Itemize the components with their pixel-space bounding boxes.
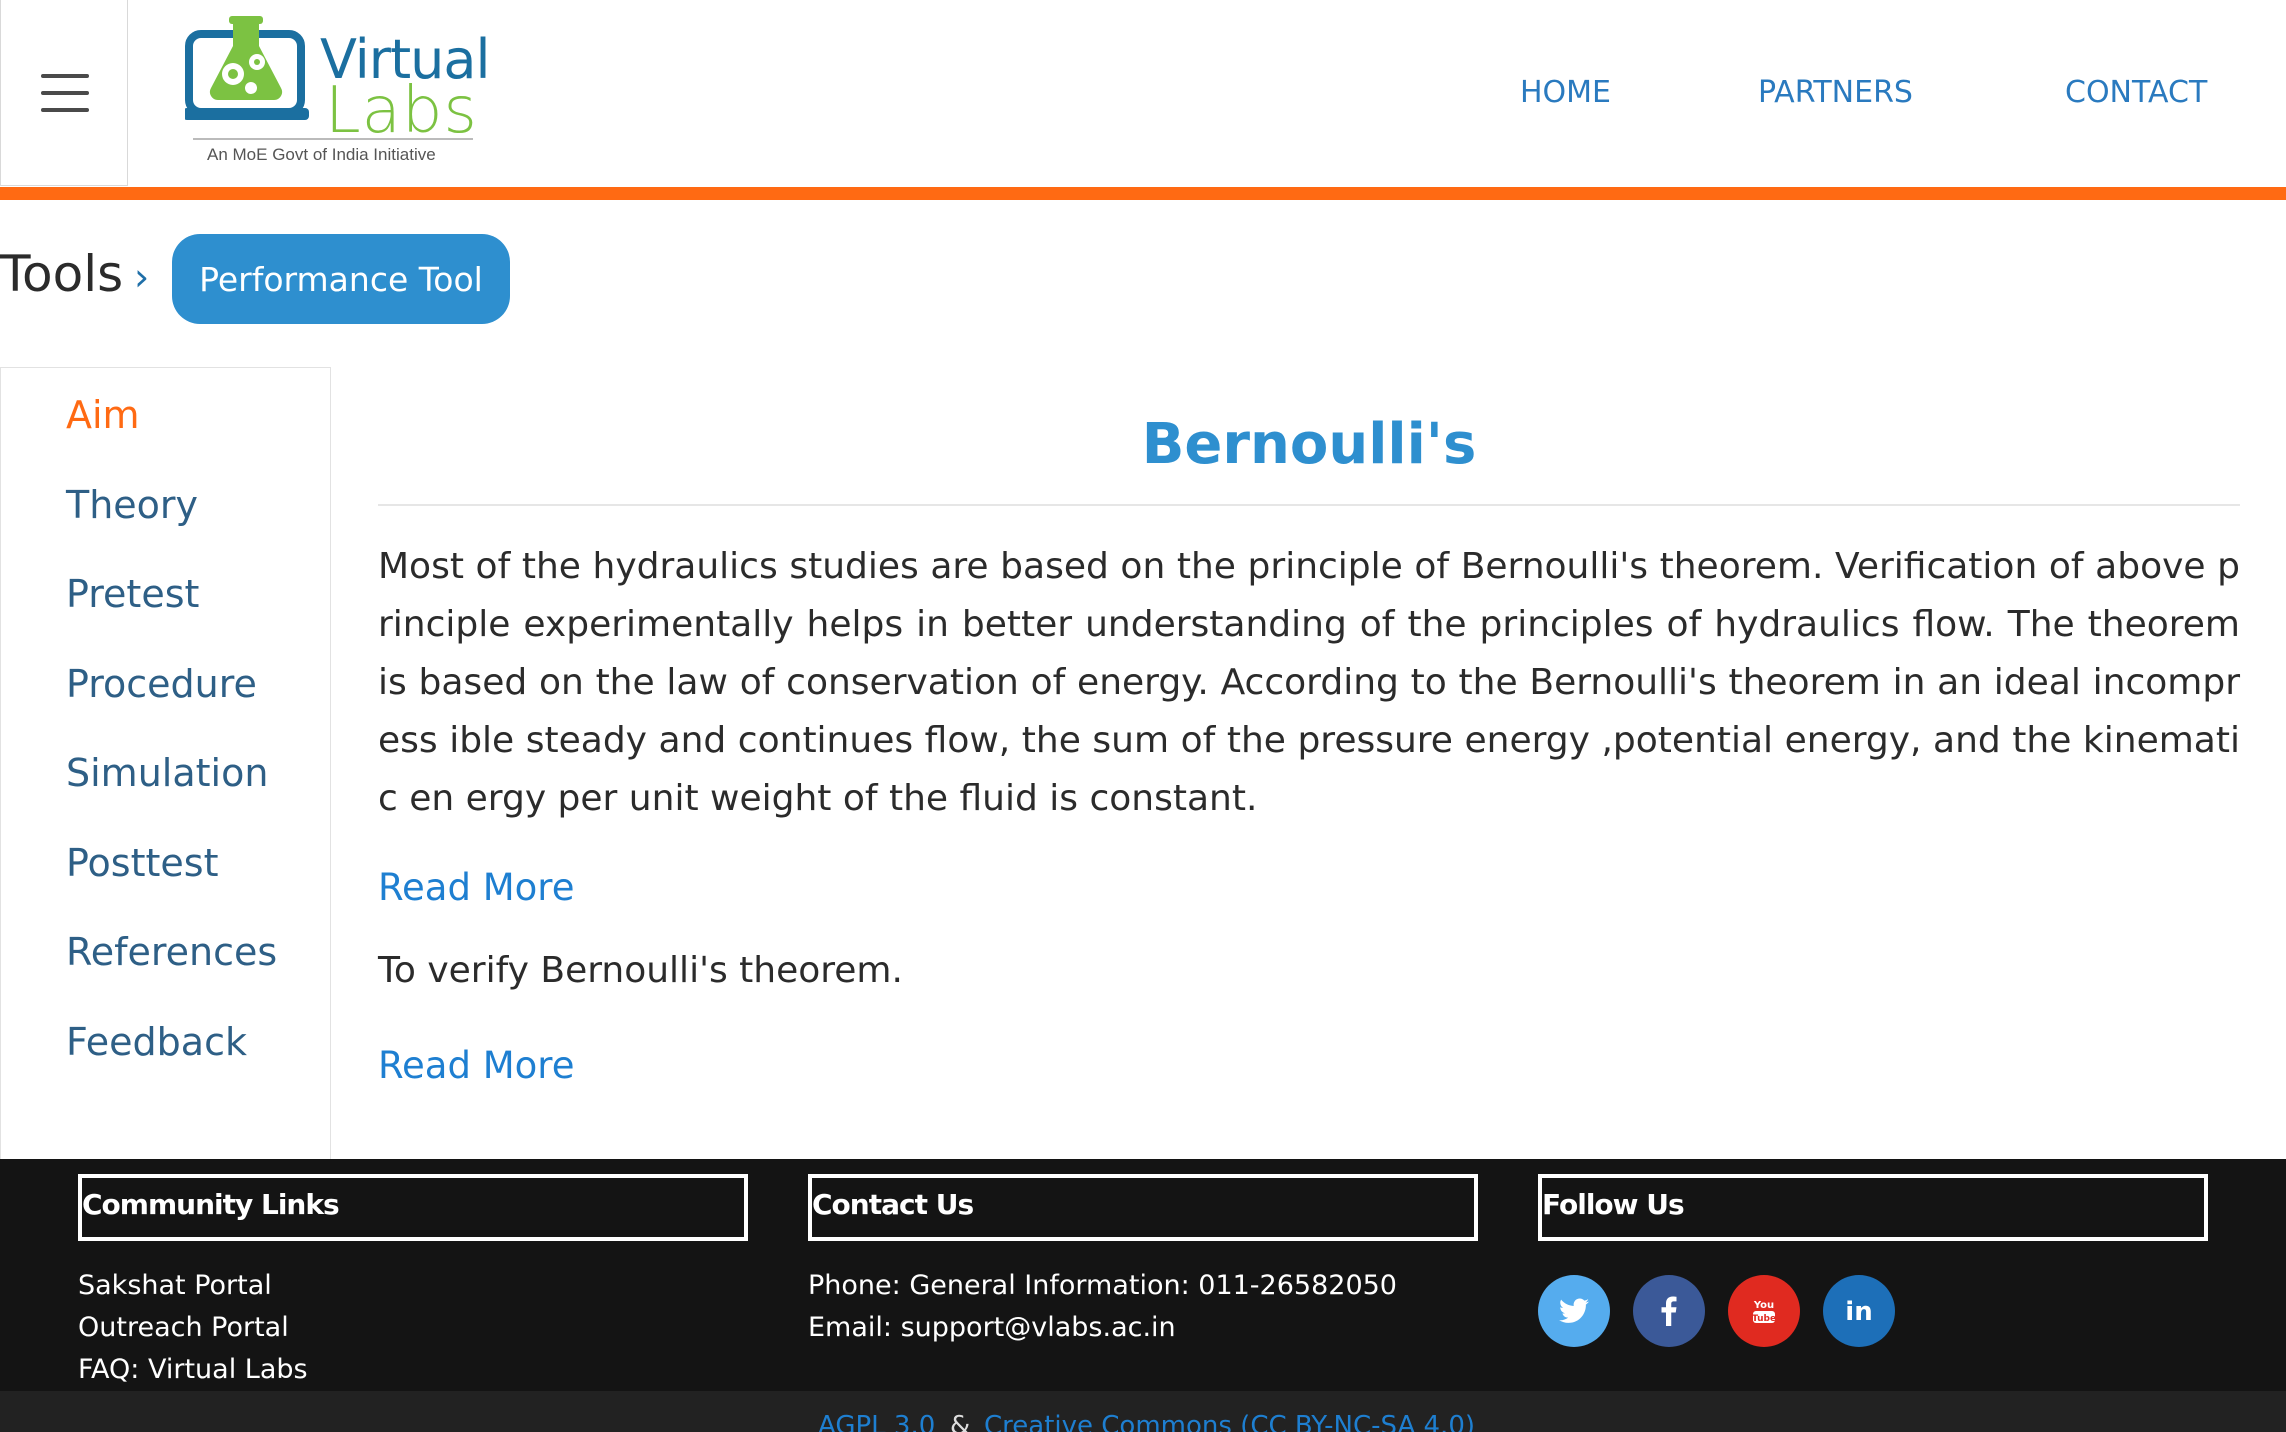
facebook-icon[interactable] [1633,1275,1705,1347]
community-links-heading: Community Links [82,1188,340,1221]
contact-phone: Phone: General Information: 011-26582050 [808,1270,1397,1301]
aim-text: To verify Bernoulli's theorem. [378,950,903,991]
sidebar-item-procedure[interactable]: Procedure [66,662,257,706]
intro-paragraph: Most of the hydraulics studies are based… [378,546,2240,819]
sidebar-item-simulation[interactable]: Simulation [66,751,268,795]
nav-home-link[interactable]: HOME [1520,75,1611,110]
contact-heading: Contact Us [812,1188,974,1221]
logo-word-labs: Labs [325,74,478,148]
read-more-link-intro[interactable]: Read More [378,866,574,909]
community-links-heading-box: Community Links [78,1174,748,1241]
logo-divider [193,138,473,140]
svg-text:You: You [1753,1300,1774,1311]
contact-email[interactable]: Email: support@vlabs.ac.in [808,1312,1176,1343]
breadcrumb-root[interactable]: Tools [0,245,123,303]
sidebar-item-feedback[interactable]: Feedback [66,1020,247,1064]
menu-bar [41,74,89,78]
cc-license-link[interactable]: Creative Commons (CC BY-NC-SA 4.0) [984,1411,1475,1432]
site-footer: Community Links Contact Us Follow Us Sak… [0,1159,2286,1391]
agpl-license-link[interactable]: AGPL 3.0 [818,1411,935,1432]
sidebar-item-aim[interactable]: Aim [66,393,140,437]
nav-partners-link[interactable]: PARTNERS [1758,75,1913,110]
follow-heading: Follow Us [1542,1188,1685,1221]
menu-bar [41,91,89,95]
linkedin-icon[interactable]: in [1823,1275,1895,1347]
youtube-icon[interactable]: You Tube [1728,1275,1800,1347]
read-more-link-aim[interactable]: Read More [378,1044,574,1087]
sidebar-item-theory[interactable]: Theory [66,483,198,527]
footer-link-outreach[interactable]: Outreach Portal [78,1312,289,1343]
page-title: Bernoulli's [1141,412,1477,477]
flask-laptop-icon [185,16,309,120]
nav-contact-link[interactable]: CONTACT [2065,75,2207,110]
svg-text:Tube: Tube [1752,1314,1776,1324]
virtual-labs-logo[interactable]: Virtual Labs An MoE Govt of India Initia… [185,12,490,172]
sidebar-nav: Aim Theory Pretest Procedure Simulation … [0,367,331,1159]
hamburger-menu-button[interactable] [0,0,128,186]
logo-tagline: An MoE Govt of India Initiative [207,145,436,164]
footer-link-faq[interactable]: FAQ: Virtual Labs [78,1354,308,1385]
breadcrumb-current-pill[interactable]: Performance Tool [172,234,510,324]
svg-text:in: in [1845,1297,1872,1325]
license-separator: & [950,1411,971,1432]
license-bar: AGPL 3.0 & Creative Commons (CC BY-NC-SA… [0,1391,2286,1432]
site-header: Virtual Labs An MoE Govt of India Initia… [0,0,2286,187]
menu-bar [41,108,89,112]
header-accent-bar [0,187,2286,200]
title-divider [378,504,2240,506]
sidebar-item-pretest[interactable]: Pretest [66,572,199,616]
follow-heading-box: Follow Us [1538,1174,2208,1241]
sidebar-item-references[interactable]: References [66,930,277,974]
contact-heading-box: Contact Us [808,1174,1478,1241]
twitter-icon[interactable] [1538,1275,1610,1347]
sidebar-item-posttest[interactable]: Posttest [66,841,218,885]
footer-link-sakshat[interactable]: Sakshat Portal [78,1270,272,1301]
chevron-right-icon: › [134,255,150,299]
